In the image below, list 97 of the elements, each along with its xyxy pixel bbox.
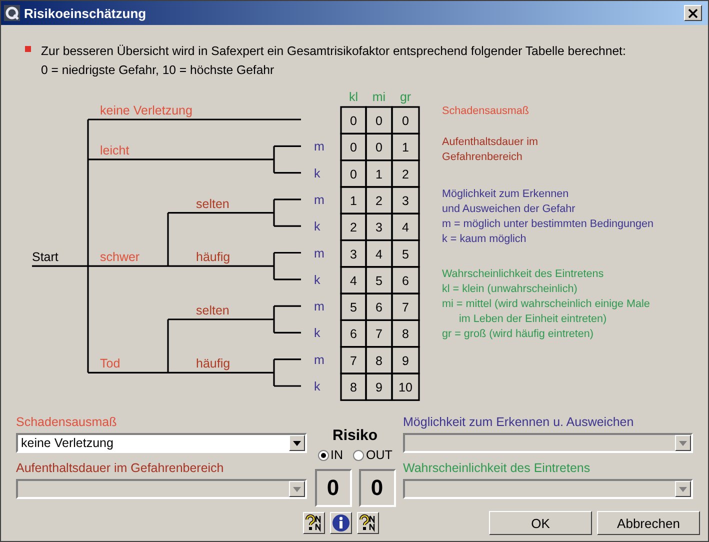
field-label: Wahrscheinlichkeit des Eintretens [403,460,592,476]
caret-icon [293,486,301,492]
table-cell: 8 [391,319,420,348]
table-cell: 3 [340,239,367,268]
branch-label: häufig [196,356,230,371]
info-button[interactable] [330,512,352,534]
table-cell: 2 [340,212,367,242]
legend-text: kl = klein (unwahrscheinlich) [442,282,578,297]
column-header: mi [372,90,386,104]
option-label: k [314,272,320,287]
table-cell: 6 [365,292,393,321]
option-label: k [314,220,320,234]
option-label: m [314,192,324,207]
table-cell: 4 [340,266,367,294]
legend-text: gr = groß (wird häufig eintreten) [442,327,595,342]
risk-value: 0 [358,469,396,507]
help-icon [359,514,377,532]
dialog-button[interactable]: OK [489,511,592,535]
table-cell: 1 [340,186,367,214]
table-cell: 5 [391,239,420,268]
table-cell: 7 [340,346,367,374]
field-label: Möglichkeit zum Erkennen u. Ausweichen [403,414,635,430]
branch-label: keine Verletzung [100,104,192,118]
help-button[interactable] [303,512,325,534]
branch-label: häufig [196,250,230,264]
table-cell: 8 [340,372,367,401]
option-label: m [314,300,324,314]
table-cell: 2 [365,186,393,214]
help-icon [305,514,323,532]
table-cell: 0 [365,106,393,134]
table-cell: 3 [365,212,393,242]
column-header: gr [400,90,412,104]
legend-text: mi = mittel (wird wahrscheinlich einige Male [442,297,651,312]
branch-label: selten [196,303,230,318]
caret-icon [293,440,301,446]
window-title: Risikoeinschätzung [24,6,148,20]
legend-text: und Ausweichen der Gefahr [442,202,576,217]
close-icon [688,8,698,18]
help-button[interactable] [357,512,379,534]
option-label: k [314,380,320,394]
dropdown[interactable]: keine Verletzung [16,433,307,453]
legend-text: Gefahrenbereich [442,150,524,165]
option-label: m [314,352,324,367]
legend-text: k = kaum möglich [442,232,528,247]
dropdown-button[interactable] [289,435,305,451]
intro-text: 0 = niedrigste Gefahr, 10 = höchste Gefahr [41,62,276,79]
caret-icon [679,440,687,446]
table-cell: 8 [365,346,393,374]
table-cell: 1 [365,160,393,188]
table-cell: 5 [340,292,367,321]
caret-icon [679,486,687,492]
table-cell: 0 [340,132,367,162]
start-label: Start [32,250,58,264]
table-cell: 0 [391,106,420,134]
column-header: kl [348,90,358,104]
bullet-icon [25,46,31,52]
branch-label: selten [196,196,230,211]
table-cell: 5 [365,266,393,294]
field-label: Schadensausmaß [16,414,118,430]
table-cell: 4 [365,239,393,268]
table-cell: 2 [391,160,420,188]
risk-value: 0 [314,469,352,507]
table-cell: 1 [391,132,420,162]
table-cell: 0 [340,106,367,134]
intro-text: Zur besseren Übersicht wird in Safexpert ein Gesamtrisikofaktor entsprechend folgender Tabelle berechnet: [41,43,626,60]
field-label: Aufenthaltsdauer im Gefahrenbereich [16,460,225,476]
legend-text: Aufenthaltsdauer im [442,135,540,150]
legend-text: Möglichkeit zum Erkennen [442,187,570,202]
info-icon [332,514,350,532]
branch-label: leicht [100,143,130,158]
table-cell: 3 [391,186,420,214]
risk-title: Risiko [332,427,378,446]
radio-option[interactable]: OUT [353,448,392,462]
legend-text: Schadensausmaß [442,104,530,119]
table-cell: 0 [365,132,393,162]
app-icon [4,5,20,21]
option-label: k [314,326,320,340]
table-cell: 7 [365,319,393,348]
table-cell: 6 [340,319,367,348]
legend-text: im Leben der Einheit eintreten) [458,312,608,327]
table-cell: 0 [340,160,367,188]
branch-label: schwer [100,250,140,264]
option-label: k [314,166,320,180]
legend-text: Wahrscheinlichkeit des Eintretens [442,267,605,282]
table-cell: 6 [391,266,420,294]
legend-text: m = möglich unter bestimmten Bedingungen [442,217,654,232]
table-cell: 7 [391,292,420,321]
table-cell: 9 [365,372,393,401]
table-cell: 10 [391,372,420,401]
radio-option[interactable]: IN [318,448,344,462]
branch-label: Tod [100,356,120,371]
option-label: m [314,140,324,154]
close-button[interactable] [684,5,702,21]
dialog-button[interactable]: Abbrechen [597,511,700,535]
table-cell: 4 [391,212,420,242]
table-cell: 9 [391,346,420,374]
option-label: m [314,246,324,260]
